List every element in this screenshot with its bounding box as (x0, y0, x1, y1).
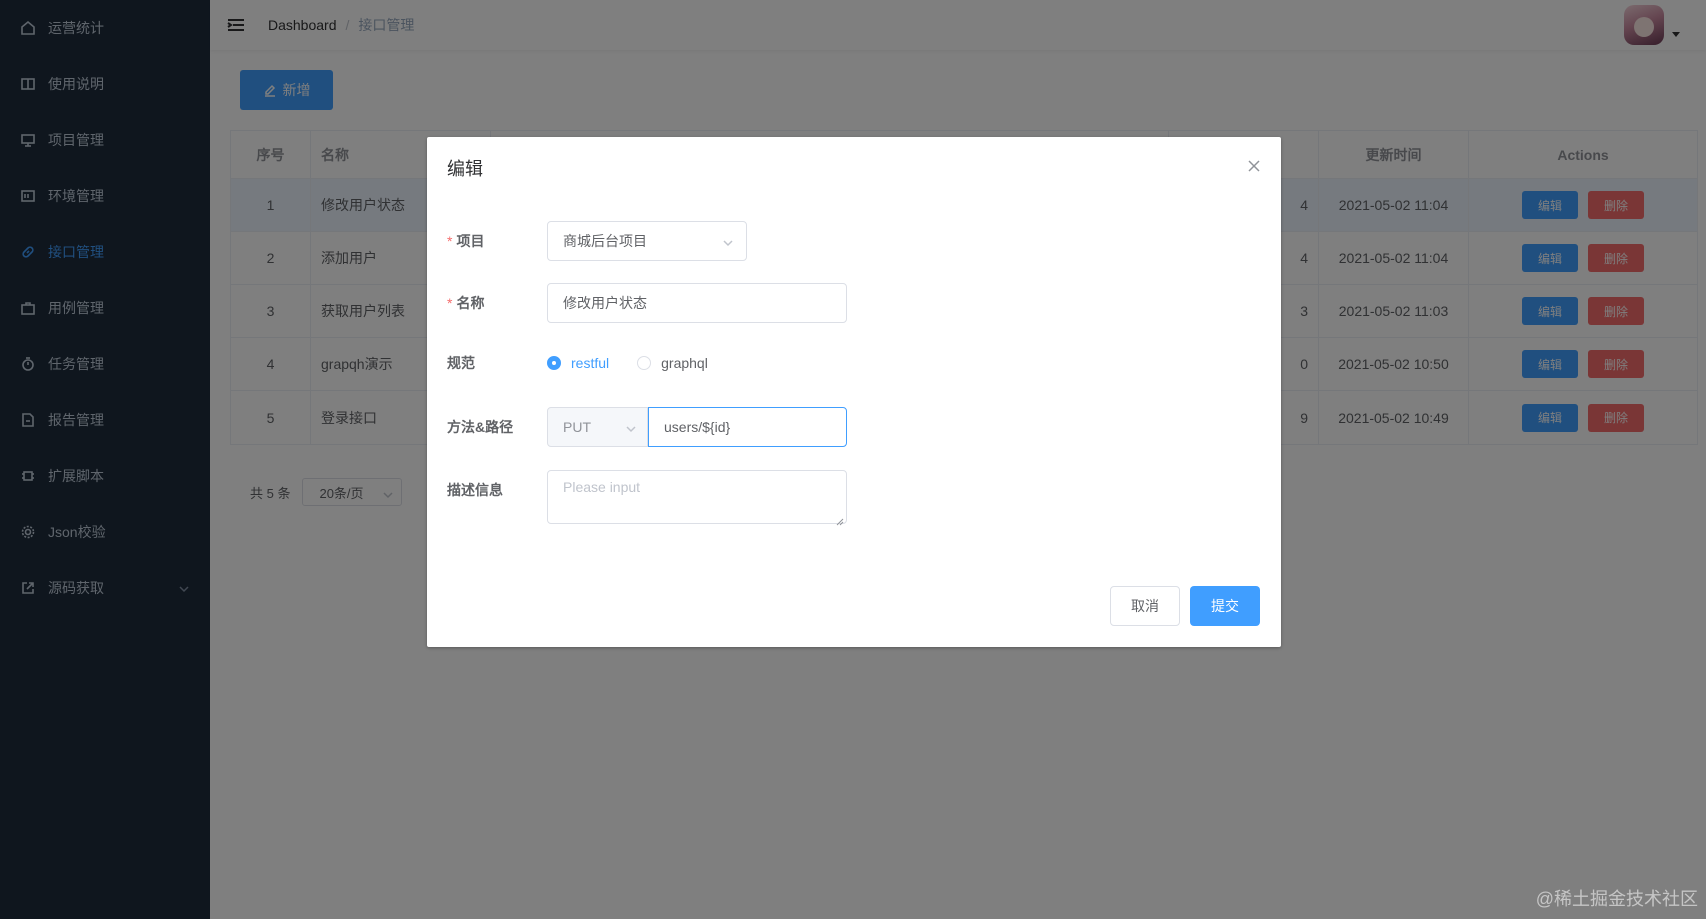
form-row-project: * 项目 商城后台项目 (447, 221, 747, 261)
cancel-button[interactable]: 取消 (1110, 586, 1180, 626)
chevron-down-icon (625, 422, 637, 434)
description-label: 描述信息 (447, 482, 503, 498)
radio-restful[interactable]: restful (547, 355, 609, 371)
required-mark: * (447, 233, 453, 249)
project-label: * 项目 (447, 233, 485, 249)
description-textarea[interactable]: Please input (547, 470, 847, 526)
method-select[interactable]: PUT (547, 407, 648, 447)
form-row-spec: 规范 restful graphql (447, 353, 736, 373)
close-icon[interactable] (1247, 159, 1261, 173)
name-label: * 名称 (447, 295, 485, 311)
path-input[interactable]: users/${id} (648, 407, 847, 447)
method-select-value: PUT (563, 419, 591, 435)
radio-graphql-label: graphql (661, 355, 708, 371)
dialog-title: 编辑 (447, 159, 483, 179)
form-row-method: 方法&路径 PUT users/${id} (447, 407, 847, 447)
form-row-name: * 名称 修改用户状态 (447, 283, 847, 323)
description-placeholder: Please input (563, 479, 641, 495)
project-select[interactable]: 商城后台项目 (547, 221, 747, 261)
submit-button[interactable]: 提交 (1190, 586, 1260, 626)
project-select-value: 商城后台项目 (563, 233, 647, 249)
name-input[interactable]: 修改用户状态 (547, 283, 847, 323)
radio-dot (637, 356, 652, 370)
chevron-down-icon (722, 236, 734, 248)
radio-graphql[interactable]: graphql (637, 355, 708, 371)
radio-restful-label: restful (571, 355, 610, 371)
required-mark: * (447, 295, 453, 311)
radio-dot (547, 356, 561, 370)
watermark: @稀土掘金技术社区 (1535, 889, 1698, 909)
edit-dialog: 编辑 * 项目 商城后台项目 * 名称 修改用户状态 规范 restful grap… (427, 137, 1281, 647)
resize-grip-icon[interactable] (836, 513, 844, 526)
spec-label: 规范 (447, 355, 475, 371)
form-row-description: 描述信息 Please input (447, 470, 847, 526)
method-label: 方法&路径 (447, 419, 514, 435)
